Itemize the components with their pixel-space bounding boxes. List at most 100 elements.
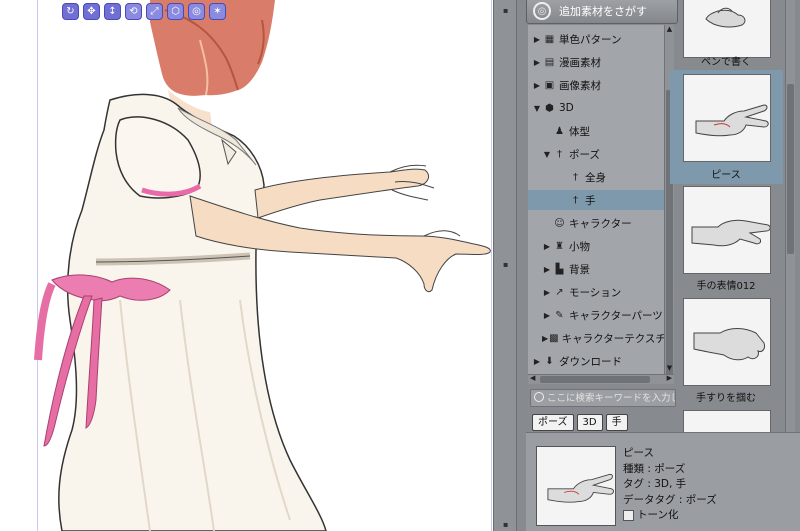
- expand-arrow-icon[interactable]: ▶: [532, 35, 542, 44]
- material-thumbnail-label: 手の表情012: [696, 281, 756, 292]
- search-more-label: 追加素材をさがす: [559, 5, 647, 18]
- tree-item[interactable]: ♟ 体型: [528, 121, 664, 141]
- tree-item[interactable]: ▶ ▙ 背景: [528, 259, 664, 279]
- tree-item[interactable]: ▼ ⬢ 3D: [528, 98, 664, 118]
- tree-horizontal-scrollbar[interactable]: ◀ ▶: [528, 374, 674, 384]
- tree-item-label: 漫画素材: [559, 56, 601, 69]
- tag-filter-row: ポーズ 3D 手: [532, 414, 628, 431]
- tree-item[interactable]: ▶ ▦ 単色パターン: [528, 29, 664, 49]
- tree-item[interactable]: ▶▩キャラクターテクスチャ: [528, 328, 664, 348]
- panel-splitter[interactable]: ▪ ▪ ▪: [493, 0, 517, 531]
- camera-icon[interactable]: ◎: [188, 3, 205, 20]
- expand-arrow-icon[interactable]: ▶: [542, 311, 552, 320]
- tree-item-label: キャラクター: [569, 217, 632, 230]
- scrollbar-thumb[interactable]: [787, 84, 794, 254]
- expand-arrow-icon[interactable]: ▶: [542, 334, 548, 343]
- download-icon: ⬇: [545, 355, 554, 367]
- material-thumbnail-image: [683, 74, 771, 162]
- pattern-icon: ▦: [544, 33, 555, 45]
- search-more-materials-button[interactable]: ◎ 追加素材をさがす: [526, 0, 678, 24]
- move-object-icon[interactable]: ↕: [104, 3, 121, 20]
- material-thumbnail-image: [683, 298, 771, 386]
- keyword-search-input[interactable]: [530, 389, 676, 407]
- tree-item[interactable]: ▼ † ポーズ: [528, 144, 664, 164]
- tree-item[interactable]: ▶ ▤ 漫画素材: [528, 52, 664, 72]
- detail-name: ピース: [623, 447, 654, 459]
- rotate-view-icon[interactable]: ↻: [62, 3, 79, 20]
- material-detail-panel: ピース 種類 : ポーズ タグ : 3D, 手 データタグ : ポーズ トーン化: [526, 432, 800, 531]
- tree-item-label: ポーズ: [569, 148, 600, 161]
- scale-object-icon[interactable]: ⤢: [146, 3, 163, 20]
- scrollbar-thumb[interactable]: [540, 376, 650, 383]
- thumbnail-vertical-scrollbar[interactable]: [785, 0, 795, 432]
- image-material-icon: ▣: [544, 79, 555, 91]
- motion-icon: ↗: [555, 286, 564, 298]
- transform-object-icon[interactable]: ⬡: [167, 3, 184, 20]
- detail-info: ピース 種類 : ポーズ タグ : 3D, 手 データタグ : ポーズ トーン化: [623, 446, 717, 524]
- 3d-canvas[interactable]: ↻ ✥ ↕ ⟲ ⤢ ⬡ ◎ ✶: [0, 0, 493, 531]
- tag-chip[interactable]: 3D: [576, 414, 603, 431]
- checkbox-box[interactable]: [623, 510, 634, 522]
- search-icon: [534, 392, 544, 402]
- tree-item-label: ダウンロード: [559, 355, 622, 368]
- rotate-object-icon[interactable]: ⟲: [125, 3, 142, 20]
- 3d-character-model[interactable]: [0, 0, 493, 531]
- tree-item[interactable]: ▶ ♜ 小物: [528, 236, 664, 256]
- tree-item[interactable]: ☺ キャラクター: [528, 213, 664, 233]
- 3d-cube-icon: ⬢: [545, 102, 554, 114]
- clip-studio-icon: ◎: [533, 2, 551, 20]
- expand-arrow-icon[interactable]: ▶: [532, 58, 542, 67]
- pan-camera-icon[interactable]: ✥: [83, 3, 100, 20]
- detail-data-tags: データタグ : ポーズ: [623, 493, 717, 506]
- tree-item-label: モーション: [569, 286, 622, 299]
- collapse-arrow-icon[interactable]: ▼: [532, 104, 542, 113]
- splitter-grip-icon[interactable]: ▪: [503, 260, 508, 270]
- body-shape-icon: ♟: [555, 125, 564, 137]
- material-thumbnail-image: [683, 0, 771, 58]
- expand-arrow-icon[interactable]: ▶: [542, 288, 552, 297]
- tone-checkbox-label: トーン化: [637, 509, 679, 521]
- tree-item[interactable]: ▶ ⬇ ダウンロード: [528, 351, 664, 371]
- expand-arrow-icon[interactable]: ▶: [532, 81, 542, 90]
- tone-checkbox[interactable]: トーン化: [623, 508, 717, 524]
- tag-chip[interactable]: 手: [605, 414, 628, 431]
- background-icon: ▙: [555, 263, 564, 275]
- tree-item-label: 画像素材: [559, 79, 601, 92]
- tree-item-label: 3D: [559, 102, 574, 114]
- character-parts-icon: ✎: [555, 309, 564, 321]
- tree-item[interactable]: ▶ ✎ キャラクターパーツ: [528, 305, 664, 325]
- pose-icon: †: [557, 148, 562, 160]
- material-thumbnail-image: [683, 186, 771, 274]
- tree-item-label: 単色パターン: [559, 33, 622, 46]
- tree-item[interactable]: † 手: [528, 190, 664, 210]
- detail-thumbnail-image: [536, 446, 616, 526]
- splitter-grip-icon[interactable]: ▪: [503, 520, 508, 530]
- material-thumbnail-image: [683, 410, 771, 432]
- tree-item-label: 体型: [569, 125, 590, 138]
- material-thumbnail-label: ペンで書く: [701, 57, 751, 68]
- tree-item[interactable]: ▶ ↗ モーション: [528, 282, 664, 302]
- material-tree: ▶ ▦ 単色パターン ▶ ▤ 漫画素材 ▶ ▣ 画像素材 ▼ ⬢ 3D ♟ 体型 ▼ † ポーズ † 全身 † 手 ☺ キャ…: [528, 25, 664, 374]
- small-object-icon: ♜: [555, 240, 564, 252]
- tree-item-label: 背景: [569, 263, 590, 276]
- 3d-tool-row: ↻ ✥ ↕ ⟲ ⤢ ⬡ ◎ ✶: [62, 3, 226, 21]
- tree-item-label: キャラクターパーツ: [569, 309, 663, 322]
- app-window: ↻ ✥ ↕ ⟲ ⤢ ⬡ ◎ ✶ ▪ ▪ ▪ ◎ 追加素材をさがす ▶ ▦ 単色パター…: [0, 0, 800, 531]
- lighting-icon[interactable]: ✶: [209, 3, 226, 20]
- material-panel: ◎ 追加素材をさがす ▶ ▦ 単色パターン ▶ ▤ 漫画素材 ▶ ▣ 画像素材 ▼ ⬢ 3D ♟ 体型 ▼ †…: [517, 0, 800, 531]
- hand-pose-icon: †: [573, 194, 578, 206]
- expand-arrow-icon[interactable]: ▶: [532, 357, 542, 366]
- character-icon: ☺: [554, 217, 565, 229]
- detail-type: 種類 : ポーズ: [623, 462, 686, 475]
- scroll-left-icon[interactable]: ◀: [530, 374, 535, 382]
- tree-item[interactable]: † 全身: [528, 167, 664, 187]
- material-thumbnail-label: 手すりを掴む: [696, 393, 756, 404]
- collapse-arrow-icon[interactable]: ▼: [542, 150, 552, 159]
- expand-arrow-icon[interactable]: ▶: [542, 242, 552, 251]
- tree-item[interactable]: ▶ ▣ 画像素材: [528, 75, 664, 95]
- expand-arrow-icon[interactable]: ▶: [542, 265, 552, 274]
- tree-item-label: 手: [585, 194, 596, 207]
- tag-chip[interactable]: ポーズ: [532, 414, 574, 431]
- splitter-grip-icon[interactable]: ▪: [503, 6, 508, 16]
- full-body-icon: †: [573, 171, 578, 183]
